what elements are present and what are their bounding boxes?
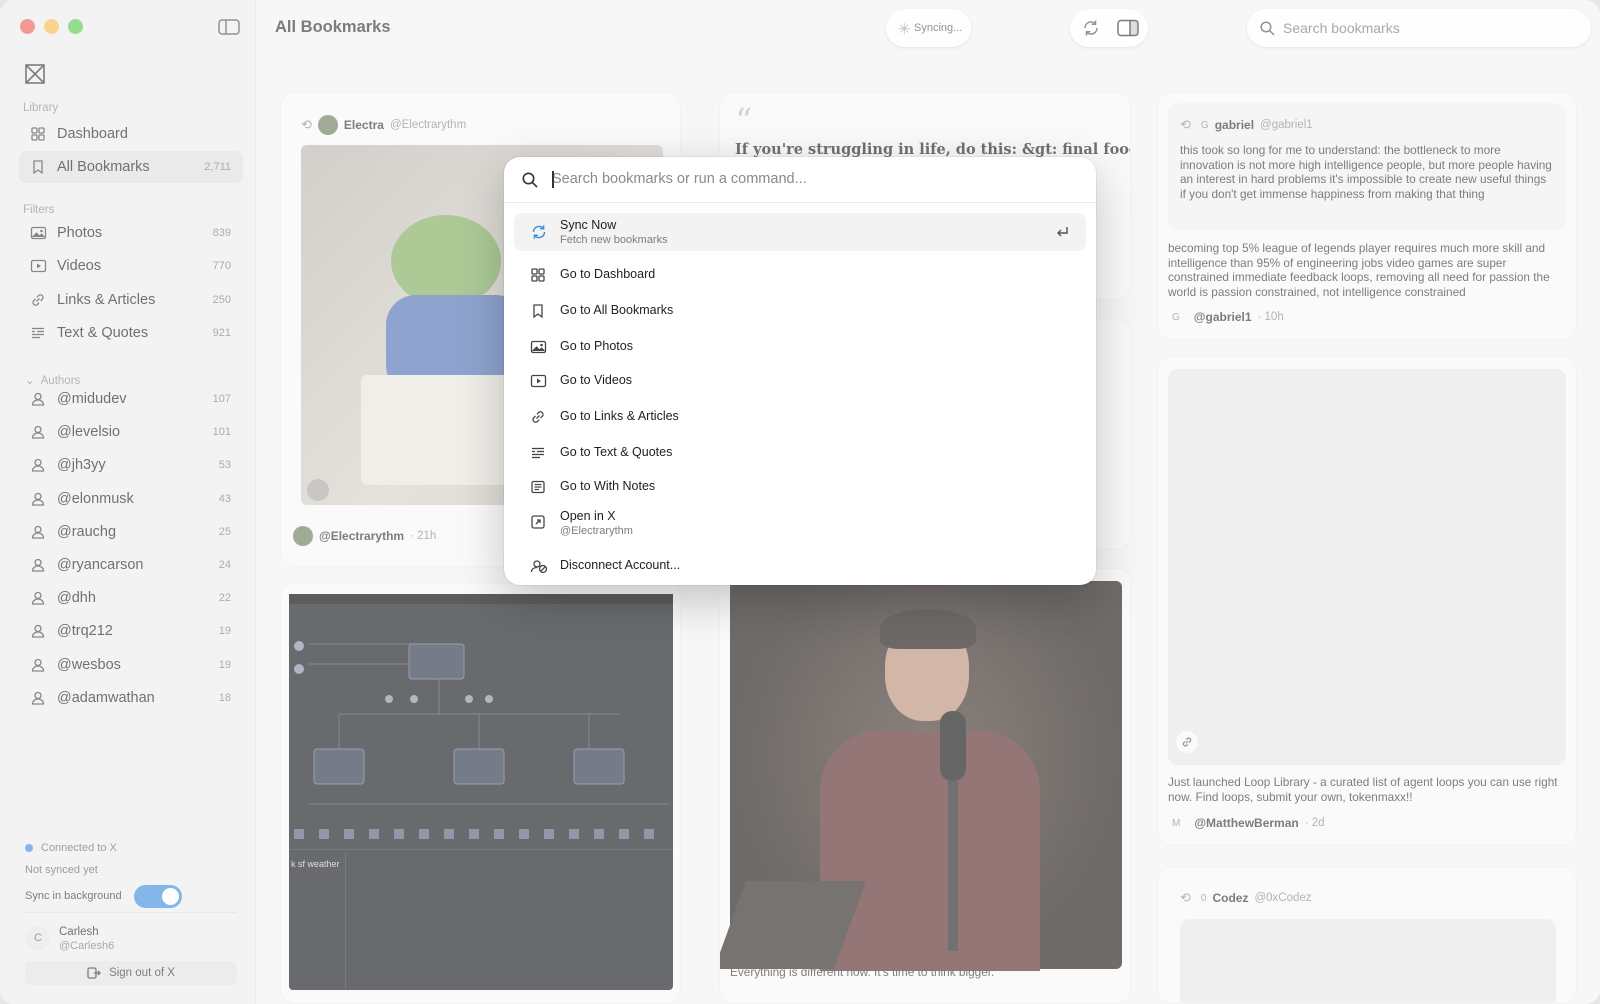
command-label: Sync Now xyxy=(560,218,617,232)
external-link-icon xyxy=(530,514,548,532)
video-icon xyxy=(530,373,548,391)
command-palette: Search bookmarks or run a command... Syn… xyxy=(504,157,1096,585)
command-sublabel: Fetch new bookmarks xyxy=(560,234,668,246)
command-label: Go to Videos xyxy=(560,373,633,387)
bookmark-icon xyxy=(530,303,548,321)
command-disconnect-account[interactable]: Disconnect Account... xyxy=(514,549,1086,583)
photo-icon xyxy=(530,339,548,357)
command-go-to-dashboard[interactable]: Go to Dashboard xyxy=(514,259,1086,291)
command-go-to-photos[interactable]: Go to Photos xyxy=(514,331,1086,363)
command-go-to-videos[interactable]: Go to Videos xyxy=(514,365,1086,397)
command-label: Open in X xyxy=(560,509,616,523)
return-key-icon xyxy=(1054,224,1070,240)
command-label: Go to Text & Quotes xyxy=(560,445,673,459)
command-search-placeholder: Search bookmarks or run a command... xyxy=(552,171,807,187)
command-open-in-x[interactable]: Open in X @Electrarythm xyxy=(514,503,1086,543)
link-icon xyxy=(530,409,548,427)
command-search-field[interactable]: Search bookmarks or run a command... xyxy=(504,157,1096,203)
grid-icon xyxy=(530,267,548,285)
text-quote-icon xyxy=(530,445,548,463)
command-label: Go to Links & Articles xyxy=(560,409,679,423)
command-label: Disconnect Account... xyxy=(560,558,681,572)
command-label: Go to Photos xyxy=(560,339,633,353)
command-label: Go to Dashboard xyxy=(560,267,656,281)
command-go-to-text-quotes[interactable]: Go to Text & Quotes xyxy=(514,437,1086,469)
disconnect-icon xyxy=(530,558,548,576)
command-sublabel: @Electrarythm xyxy=(560,525,633,537)
command-label: Go to All Bookmarks xyxy=(560,303,674,317)
command-go-to-all-bookmarks[interactable]: Go to All Bookmarks xyxy=(514,295,1086,327)
search-icon xyxy=(522,172,538,188)
command-go-to-with-notes[interactable]: Go to With Notes xyxy=(514,471,1086,503)
notes-icon xyxy=(530,479,548,497)
text-caret xyxy=(552,171,554,188)
command-label: Go to With Notes xyxy=(560,479,656,493)
sync-icon xyxy=(530,223,548,241)
command-go-to-links-articles[interactable]: Go to Links & Articles xyxy=(514,401,1086,433)
command-sync-now[interactable]: Sync Now Fetch new bookmarks xyxy=(514,213,1086,251)
